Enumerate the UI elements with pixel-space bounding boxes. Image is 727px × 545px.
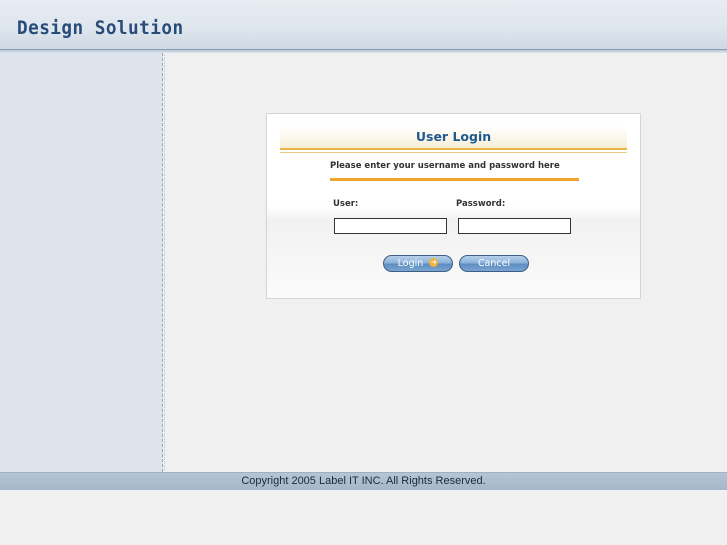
cancel-button[interactable]: Cancel bbox=[459, 255, 529, 272]
header-bar: Design Solution bbox=[0, 0, 727, 50]
login-button-label: Login bbox=[397, 258, 424, 269]
cancel-button-label: Cancel bbox=[477, 258, 511, 269]
instruction-divider bbox=[330, 178, 579, 181]
site-logo[interactable]: Design Solution bbox=[17, 17, 184, 39]
login-title: User Login bbox=[415, 129, 492, 144]
login-panel: User Login Please enter your username an… bbox=[266, 113, 641, 299]
password-label: Password: bbox=[456, 199, 506, 209]
page-bottom bbox=[0, 490, 727, 545]
user-label: User: bbox=[333, 199, 359, 209]
login-button[interactable]: Login ➜ bbox=[383, 255, 453, 272]
password-input[interactable] bbox=[458, 218, 571, 234]
login-title-band: User Login bbox=[280, 126, 627, 153]
copyright-text: Copyright 2005 Label IT INC. All Rights … bbox=[241, 475, 486, 487]
left-sidebar bbox=[0, 53, 163, 472]
login-instruction: Please enter your username and password … bbox=[330, 161, 560, 171]
footer-bar: Copyright 2005 Label IT INC. All Rights … bbox=[0, 472, 727, 490]
user-input[interactable] bbox=[334, 218, 447, 234]
arrow-right-icon: ➜ bbox=[429, 258, 439, 267]
